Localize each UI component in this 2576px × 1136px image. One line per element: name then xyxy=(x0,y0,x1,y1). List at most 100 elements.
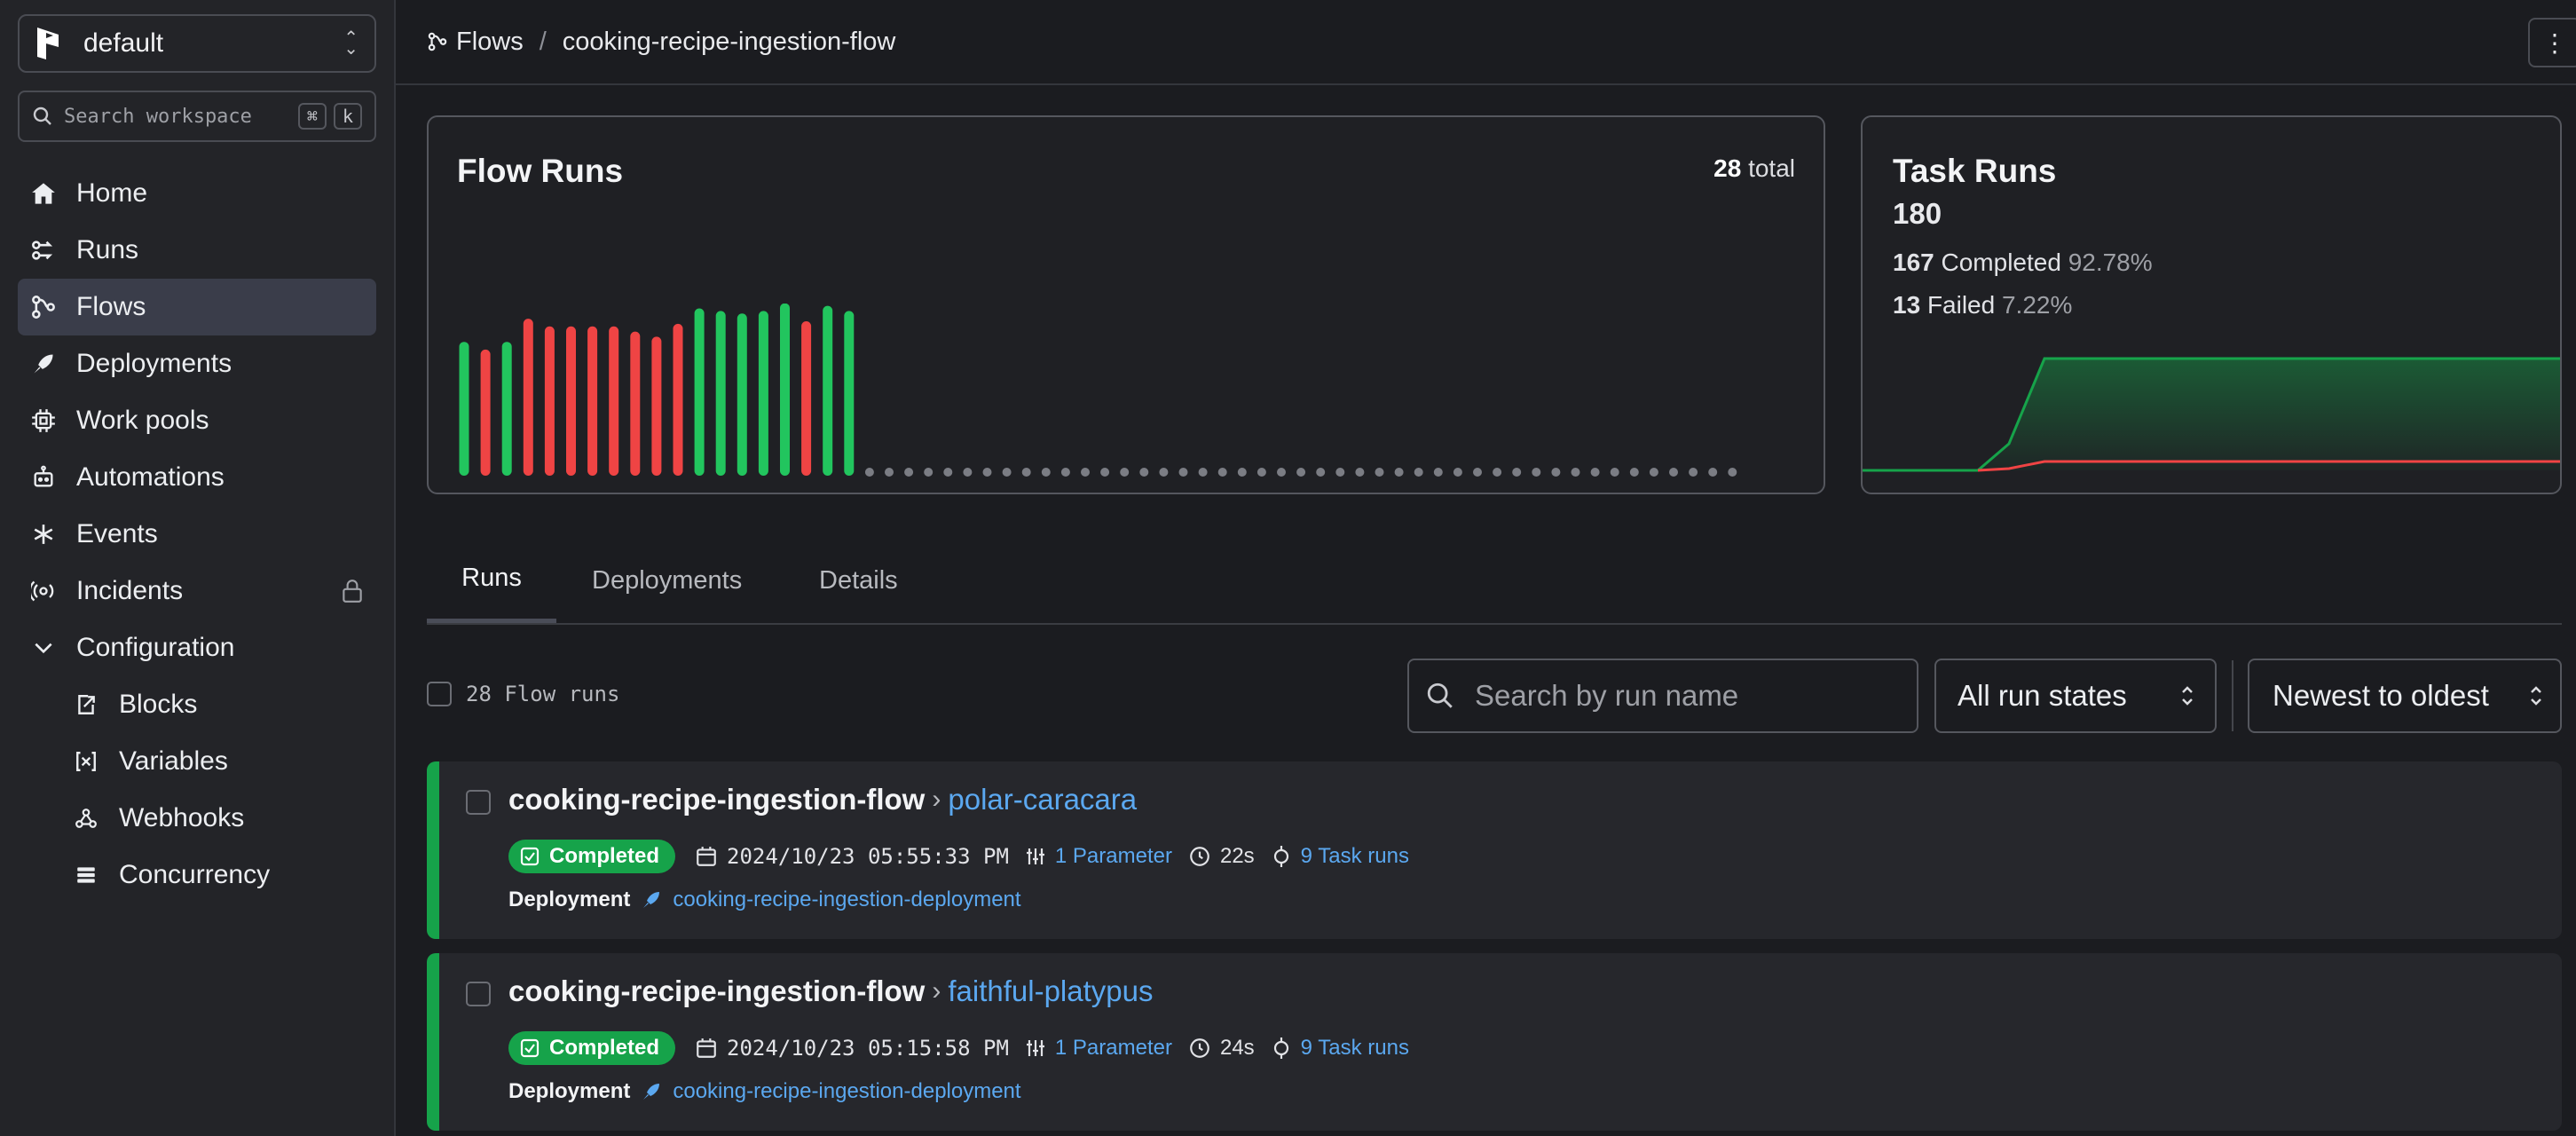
task-runs-link[interactable]: 9 Task runs xyxy=(1301,844,1409,869)
flow-run-bar[interactable] xyxy=(630,331,641,476)
flow-run-bar[interactable] xyxy=(501,342,512,476)
workspace-select[interactable]: default ⌃ ⌄ xyxy=(18,14,376,73)
timestamp-text: 2024/10/23 05:15:58 PM xyxy=(727,1036,1009,1061)
flow-run-row[interactable]: cooking-recipe-ingestion-flow › faithful… xyxy=(427,953,2562,1131)
run-name-link[interactable]: faithful-platypus xyxy=(948,974,1153,1008)
run-parameters[interactable]: 1 Parameter xyxy=(1025,844,1172,869)
sidebar-item-label: Work pools xyxy=(76,406,209,435)
sidebar-item-deployments[interactable]: Deployments xyxy=(18,335,376,392)
flow-run-bar[interactable] xyxy=(651,336,662,476)
updown-chevron-icon: ⌃ ⌄ xyxy=(343,28,358,59)
chevron-down-icon xyxy=(30,635,57,661)
sidebar-item-work-pools[interactable]: Work pools xyxy=(18,392,376,449)
flow-run-bar[interactable] xyxy=(459,342,469,476)
sidebar-item-label: Flows xyxy=(76,292,146,321)
calendar-icon xyxy=(697,847,716,866)
parameters-link[interactable]: 1 Parameter xyxy=(1055,1036,1172,1061)
task-runs-link[interactable]: 9 Task runs xyxy=(1301,1036,1409,1061)
flow-run-row[interactable]: cooking-recipe-ingestion-flow › polar-ca… xyxy=(427,761,2562,939)
empty-run-slot xyxy=(1394,468,1404,477)
flow-run-bar[interactable] xyxy=(609,326,619,476)
sidebar-item-variables[interactable]: Variables xyxy=(18,733,376,790)
sidebar-item-events[interactable]: Events xyxy=(18,506,376,563)
variables-icon xyxy=(73,748,99,775)
sidebar-item-configuration[interactable]: Configuration xyxy=(18,619,376,676)
row-checkbox[interactable] xyxy=(466,982,491,1006)
sidebar-item-flows[interactable]: Flows xyxy=(18,279,376,335)
flow-run-bar[interactable] xyxy=(694,308,705,477)
empty-run-slot xyxy=(1198,468,1208,477)
asterisk-icon xyxy=(30,521,57,548)
run-task-runs[interactable]: 9 Task runs xyxy=(1271,1036,1409,1061)
empty-run-slot xyxy=(1375,468,1384,477)
empty-run-slot xyxy=(1590,468,1600,477)
flow-run-bar[interactable] xyxy=(587,326,598,476)
k-key-hint: k xyxy=(333,103,362,130)
completed-area xyxy=(1863,359,2560,470)
sidebar-item-label: Blocks xyxy=(119,690,198,719)
run-name-link[interactable]: polar-caracara xyxy=(948,783,1137,816)
run-deployment: Deployment cooking-recipe-ingestion-depl… xyxy=(508,1079,1021,1104)
rocket-icon xyxy=(643,892,660,908)
empty-run-slot xyxy=(1002,468,1012,477)
search-icon xyxy=(1427,682,1453,708)
flow-run-bar[interactable] xyxy=(844,311,855,476)
empty-run-slot xyxy=(1139,468,1149,477)
completed-label: Completed xyxy=(1941,248,2061,276)
parameters-link[interactable]: 1 Parameter xyxy=(1055,844,1172,869)
sidebar-item-label: Configuration xyxy=(76,633,235,662)
breadcrumb-flows-link[interactable]: Flows xyxy=(456,28,524,57)
sort-select[interactable]: Newest to oldest xyxy=(2248,659,2562,733)
flow-runs-total: 28 total xyxy=(1713,154,1795,183)
flow-run-bar[interactable] xyxy=(758,311,768,476)
sidebar-item-incidents[interactable]: Incidents xyxy=(18,563,376,619)
sidebar-item-automations[interactable]: Automations xyxy=(18,449,376,506)
sidebar-item-runs[interactable]: Runs xyxy=(18,222,376,279)
flow-run-bar[interactable] xyxy=(823,305,833,476)
search-workspace-input[interactable]: Search workspace ⌘ k xyxy=(18,91,376,142)
flow-run-bar[interactable] xyxy=(566,326,576,476)
sidebar-item-home[interactable]: Home xyxy=(18,165,376,222)
run-parameters[interactable]: 1 Parameter xyxy=(1025,1036,1172,1061)
flow-run-bar[interactable] xyxy=(523,319,533,476)
state-badge: Completed xyxy=(508,1031,676,1065)
empty-run-slot xyxy=(1355,468,1365,477)
more-options-button[interactable]: ⋮ xyxy=(2528,18,2576,67)
run-task-runs[interactable]: 9 Task runs xyxy=(1271,844,1409,869)
tab-details[interactable]: Details xyxy=(819,538,898,623)
empty-run-slot xyxy=(904,468,914,477)
flow-run-bar[interactable] xyxy=(780,304,790,476)
flow-run-bar[interactable] xyxy=(715,311,726,476)
flow-run-bar[interactable] xyxy=(480,349,491,476)
sidebar-item-concurrency[interactable]: Concurrency xyxy=(18,847,376,903)
flow-run-bar[interactable] xyxy=(737,313,747,476)
run-timestamp: 2024/10/23 05:15:58 PM xyxy=(695,1036,1009,1061)
row-checkbox[interactable] xyxy=(466,790,491,815)
sidebar-item-label: Runs xyxy=(76,235,139,264)
flow-run-bar[interactable] xyxy=(673,323,683,476)
tab-deployments[interactable]: Deployments xyxy=(592,538,742,623)
empty-run-slot xyxy=(1060,468,1070,477)
search-run-name-placeholder: Search by run name xyxy=(1475,679,1739,712)
sidebar-item-blocks[interactable]: Blocks xyxy=(18,676,376,733)
run-state-value: All run states xyxy=(1958,679,2127,712)
chevron-right-icon: › xyxy=(932,976,941,1006)
deployment-link[interactable]: cooking-recipe-ingestion-deployment xyxy=(673,888,1020,912)
run-flow-name[interactable]: cooking-recipe-ingestion-flow xyxy=(508,783,925,816)
empty-run-slot xyxy=(1453,468,1462,477)
flow-run-bar[interactable] xyxy=(801,321,812,476)
flow-run-bar[interactable] xyxy=(544,326,555,476)
empty-run-slot xyxy=(1649,468,1658,477)
select-all-checkbox[interactable] xyxy=(427,682,452,706)
sidebar-item-webhooks[interactable]: Webhooks xyxy=(18,790,376,847)
empty-run-slot xyxy=(1237,468,1247,477)
tab-runs[interactable]: Runs xyxy=(427,538,556,623)
empty-run-slot xyxy=(1414,468,1423,477)
search-run-name-input[interactable]: Search by run name xyxy=(1407,659,1918,733)
sidebar-item-label: Concurrency xyxy=(119,860,271,889)
run-state-select[interactable]: All run states xyxy=(1934,659,2217,733)
check-square-icon xyxy=(520,847,540,866)
deployment-link[interactable]: cooking-recipe-ingestion-deployment xyxy=(673,1079,1020,1104)
run-flow-name[interactable]: cooking-recipe-ingestion-flow xyxy=(508,974,925,1008)
failed-count: 13 xyxy=(1893,291,1921,319)
